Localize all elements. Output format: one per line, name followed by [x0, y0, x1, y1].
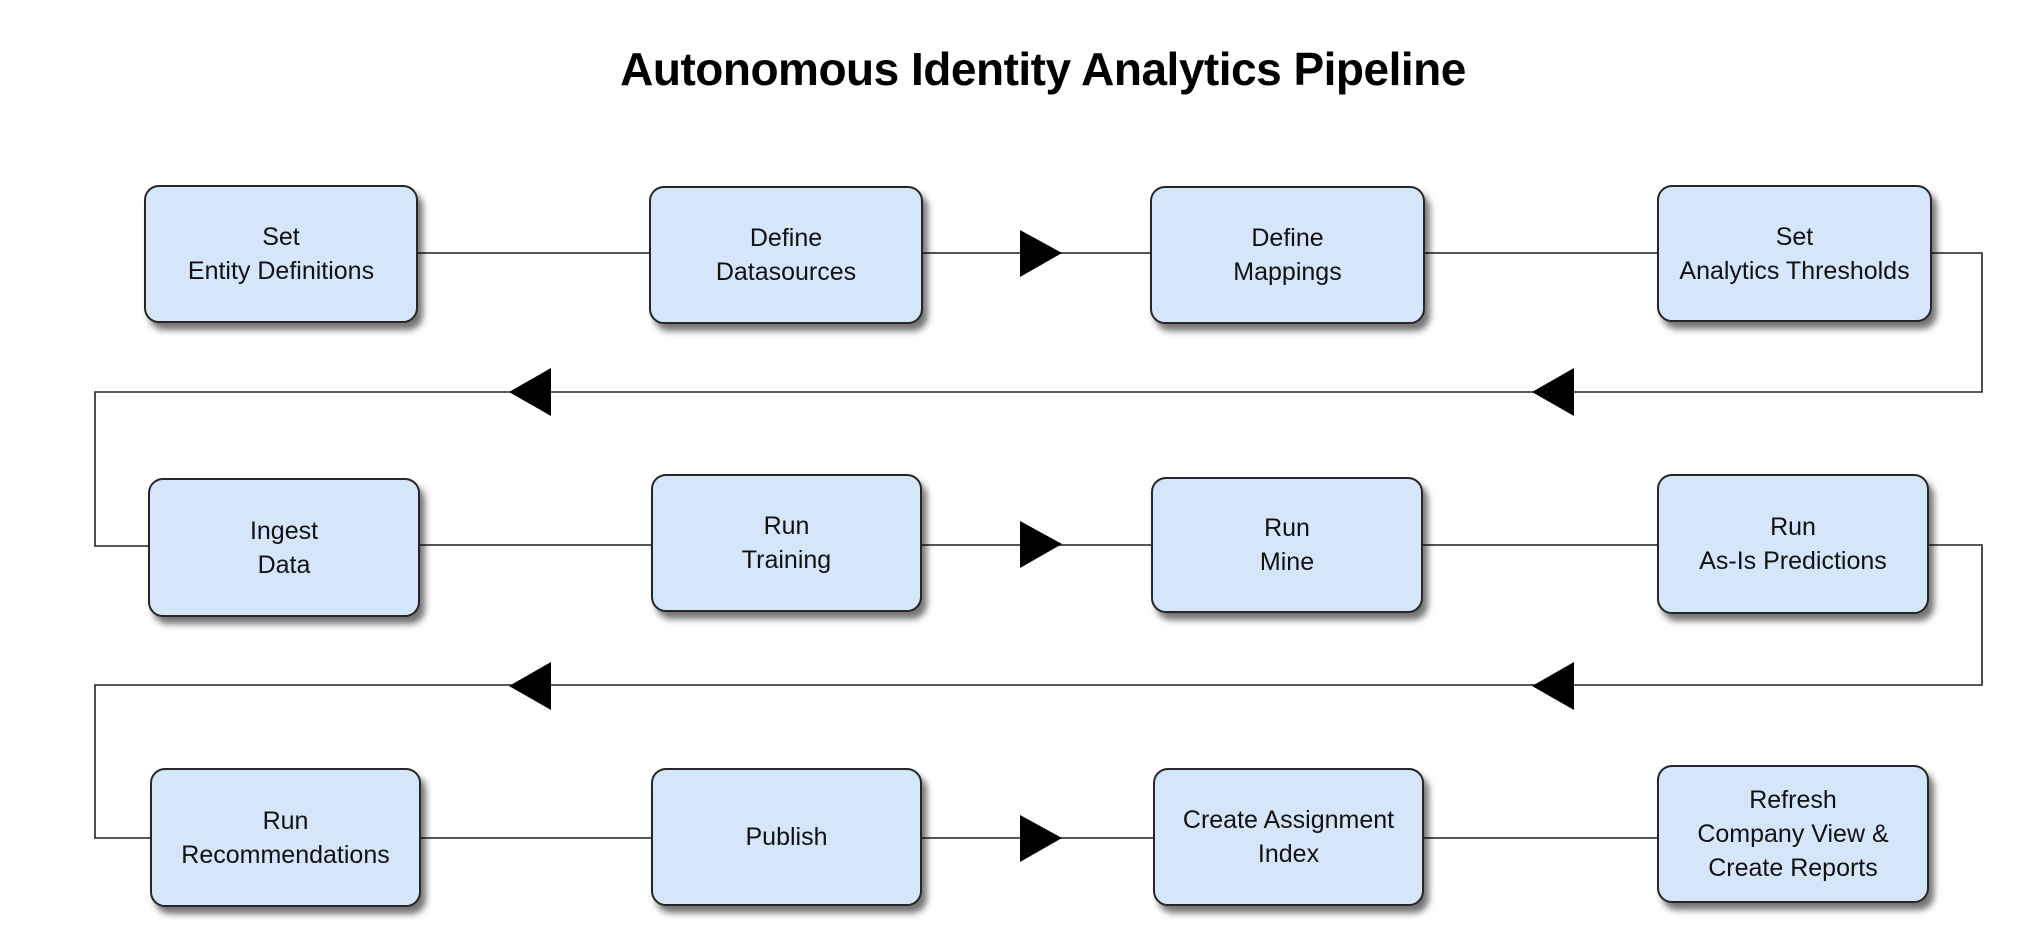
arrow-right-icon [1020, 815, 1062, 862]
step-run-recommendations: Run Recommendations [150, 768, 421, 907]
arrow-left-icon [509, 368, 551, 416]
step-label: Define Datasources [715, 224, 857, 286]
step-define-mappings: Define Mappings [1150, 186, 1425, 324]
arrow-left-icon [1532, 368, 1574, 416]
step-set-analytics-thresholds: Set Analytics Thresholds [1657, 185, 1932, 322]
step-label: Run Recommendations [181, 806, 390, 869]
step-refresh-company-view-create-reports: Refresh Company View & Create Reports [1657, 765, 1929, 903]
step-label: Define Mappings [1233, 224, 1342, 286]
step-define-datasources: Define Datasources [649, 186, 923, 324]
step-run-as-is-predictions: Run As-Is Predictions [1657, 474, 1929, 614]
diagram-title: Autonomous Identity Analytics Pipeline [620, 43, 1466, 95]
step-publish: Publish [651, 768, 922, 906]
step-label: Run Training [741, 512, 832, 574]
step-run-training: Run Training [651, 474, 922, 612]
step-create-assignment-index: Create Assignment Index [1153, 768, 1424, 906]
step-run-mine: Run Mine [1151, 477, 1423, 613]
step-label: Set Analytics Thresholds [1679, 222, 1910, 285]
arrow-right-icon [1020, 521, 1062, 568]
arrow-right-icon [1020, 230, 1062, 277]
pipeline-diagram: Autonomous Identity Analytics Pipeline S… [0, 0, 2031, 945]
step-label: Publish [745, 823, 828, 851]
step-label: Run Mine [1259, 514, 1315, 576]
arrow-left-icon [509, 662, 551, 710]
arrow-left-icon [1532, 662, 1574, 710]
step-label: Run As-Is Predictions [1699, 513, 1887, 575]
step-label: Create Assignment Index [1182, 806, 1395, 868]
step-label: Set Entity Definitions [187, 223, 375, 285]
step-label: Refresh Company View & Create Reports [1697, 786, 1889, 882]
step-ingest-data: Ingest Data [148, 478, 420, 617]
step-set-entity-definitions: Set Entity Definitions [144, 185, 418, 323]
step-label: Ingest Data [249, 516, 319, 579]
